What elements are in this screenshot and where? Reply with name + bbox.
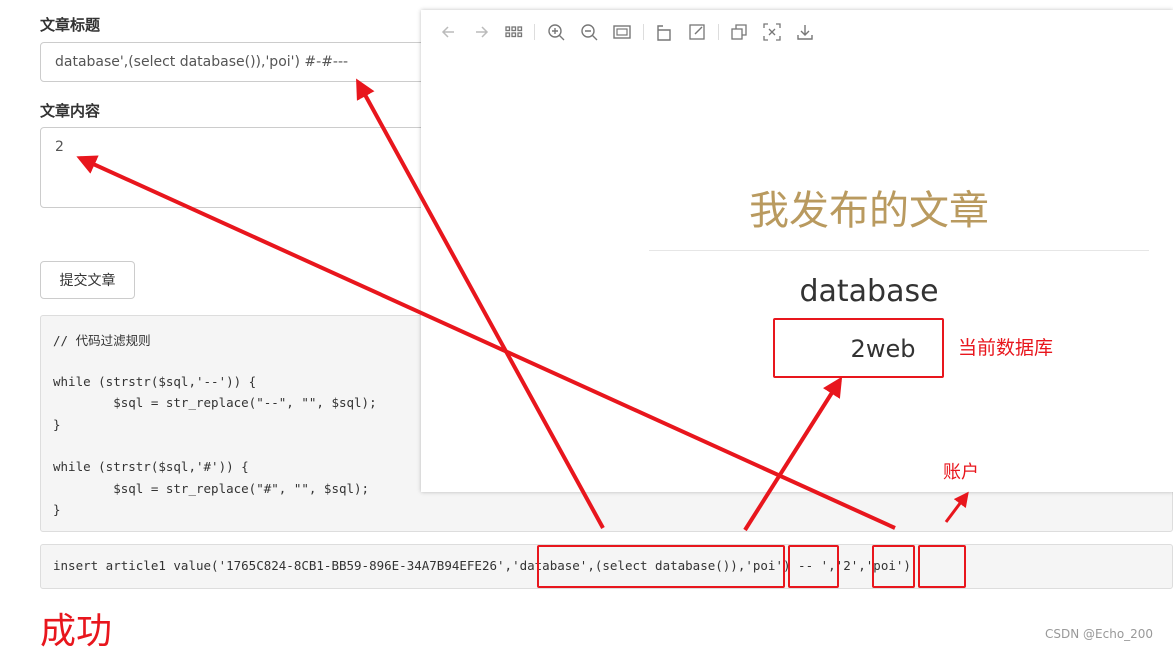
toolbar-divider bbox=[534, 24, 535, 40]
rotate-icon[interactable] bbox=[654, 22, 674, 42]
content-label: 文章内容 bbox=[40, 102, 101, 120]
code-line: while (strstr($sql,'--')) { bbox=[53, 374, 257, 389]
viewer-heading: 我发布的文章 bbox=[749, 188, 989, 234]
code-line: $sql = str_replace("#", "", $sql); bbox=[53, 481, 370, 496]
code-line: // 代码过滤规则 bbox=[53, 333, 151, 348]
image-viewer: 我发布的文章 database 2web bbox=[421, 10, 1173, 492]
ocr-icon[interactable] bbox=[762, 22, 782, 42]
annotation-success: 成功 bbox=[40, 611, 113, 651]
annotation-box-account bbox=[918, 545, 966, 588]
code-line: } bbox=[53, 502, 61, 517]
toolbar-divider bbox=[718, 24, 719, 40]
fit-screen-icon[interactable] bbox=[612, 22, 632, 42]
watermark: CSDN @Echo_200 bbox=[1045, 627, 1154, 641]
title-input-value: database',(select database()),'poi') #-#… bbox=[55, 54, 349, 70]
code-line: } bbox=[53, 417, 61, 432]
viewer-divider bbox=[649, 250, 1149, 251]
copy-icon[interactable] bbox=[729, 22, 749, 42]
code-line: while (strstr($sql,'#')) { bbox=[53, 459, 249, 474]
title-input[interactable]: database',(select database()),'poi') #-#… bbox=[40, 42, 460, 82]
annotation-box-title-payload bbox=[537, 545, 785, 588]
annotation-current-db: 当前数据库 bbox=[958, 337, 1054, 359]
annotation-box-db-result bbox=[773, 318, 944, 378]
viewer-article-title: database bbox=[799, 274, 939, 309]
edit-icon[interactable] bbox=[687, 22, 707, 42]
code-line: $sql = str_replace("--", "", $sql); bbox=[53, 395, 377, 410]
submit-article-button[interactable]: 提交文章 bbox=[40, 261, 135, 299]
content-textarea[interactable]: 2 bbox=[40, 127, 460, 208]
toolbar-divider bbox=[643, 24, 644, 40]
zoom-out-icon[interactable] bbox=[579, 22, 599, 42]
download-icon[interactable] bbox=[795, 22, 815, 42]
grid-icon[interactable] bbox=[504, 22, 524, 42]
annotation-box-content-2 bbox=[872, 545, 915, 588]
annotation-account: 账户 bbox=[943, 462, 979, 483]
arrow-left-icon[interactable] bbox=[439, 22, 459, 42]
zoom-in-icon[interactable] bbox=[546, 22, 566, 42]
arrow-right-icon[interactable] bbox=[471, 22, 491, 42]
page: 文章标题 database',(select database()),'poi'… bbox=[0, 0, 1173, 651]
annotation-box-poi bbox=[788, 545, 839, 588]
title-label: 文章标题 bbox=[40, 16, 101, 34]
content-textarea-value: 2 bbox=[55, 139, 64, 155]
